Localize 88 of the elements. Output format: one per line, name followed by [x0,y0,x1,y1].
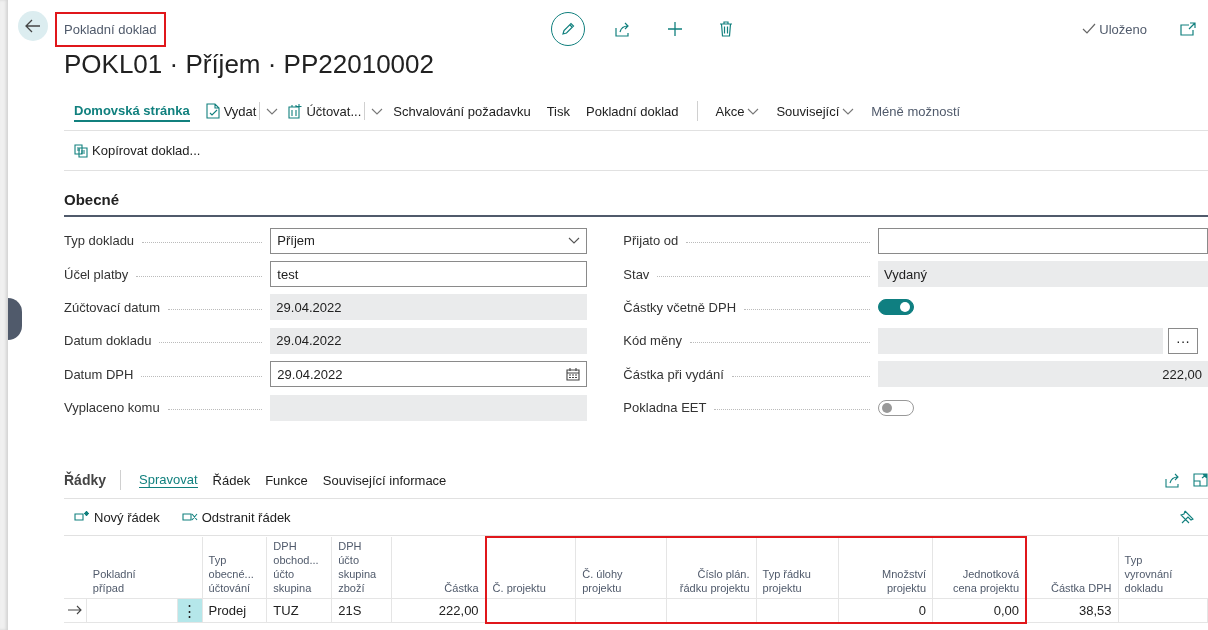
document-check-icon [205,103,220,119]
tab[interactable]: Řádek [212,472,251,488]
expand-icon[interactable] [1193,473,1208,488]
chevron-down-icon [266,107,279,115]
table-cell: 21S [338,603,362,619]
table-cell: 0 [918,603,927,619]
column-header[interactable]: Č. projektu [485,537,576,599]
menu-button[interactable]: Související [776,98,856,124]
copy-document-icon [74,143,88,158]
readonly-field: 29.04.2022 [270,327,588,354]
field-label: Datum DPH [64,366,134,382]
action-tab[interactable]: Domovská stránka [74,100,190,122]
table-cell: 222,00 [438,603,479,619]
page-title: POKL01 · Příjem · PP22010002 [64,48,435,81]
saved-status: Uloženo [1099,21,1147,37]
share-icon[interactable] [1165,472,1181,488]
action-button[interactable]: Kopírovat doklad... [74,137,201,164]
column-header[interactable]: Pokladní případ [86,537,177,599]
dropdown-field[interactable]: Příjem [270,227,588,254]
action-button[interactable]: Nový řádek [74,504,160,531]
pencil-icon [560,21,576,37]
table-cell: 0,00 [993,603,1019,619]
lookup-button[interactable]: ··· [1168,327,1198,354]
action-button[interactable]: Vydat [205,98,257,124]
field-label: Datum dokladu [64,333,152,349]
section-title[interactable]: Obecné [64,191,1208,217]
field-label: Zúčtovací datum [64,299,161,315]
column-header[interactable]: Č. úlohy projektu [575,537,667,599]
field-label: Kód měny [623,333,682,349]
readonly-field: 29.04.2022 [270,294,588,321]
section-title[interactable]: Řádky [64,472,107,489]
row-menu-button[interactable]: ⋮ [177,599,202,623]
pin-icon[interactable] [1180,510,1194,525]
field-label: Částky včetně DPH [623,299,737,315]
chevron-down-icon [371,107,384,115]
toggle-switch[interactable] [878,299,914,316]
table-cell: 38,53 [1079,603,1112,619]
column-header[interactable]: Částka [391,537,486,599]
panel-handle[interactable] [8,298,22,340]
plus-icon[interactable] [667,21,683,37]
field-label: Vyplaceno komu [64,400,160,416]
calendar-icon [566,367,581,381]
action-button[interactable]: Tisk [546,98,570,124]
column-header[interactable]: DPH obchod... účto skupina [266,537,332,599]
action-button[interactable]: Odstranit řádek [181,504,291,531]
back-button[interactable] [18,11,48,41]
back-arrow-icon [25,19,41,33]
column-header[interactable]: Typ obecné... účtování [202,537,267,599]
insert-row-icon [74,511,90,524]
field-label: Přijato od [623,233,679,249]
toggle-switch[interactable] [878,399,914,416]
date-field[interactable]: 29.04.2022 [270,361,588,388]
table-cell: TUZ [273,603,299,619]
open-in-new-window-icon[interactable] [1180,22,1196,36]
field-label: Účel platby [64,266,129,282]
chevron-down-icon [568,237,581,245]
table-cell: Prodej [208,603,247,619]
action-button[interactable]: Pokladní doklad [586,98,679,124]
delete-row-icon [181,511,198,524]
readonly-field: 222,00 [878,361,1208,388]
field-label: Pokladna EET [623,400,707,416]
column-header[interactable]: Typ vyrovnání dokladu [1118,537,1208,599]
tab[interactable]: Funkce [265,472,308,488]
column-header[interactable]: Jednotková cena projektu [932,537,1026,599]
chevron-down-icon [747,107,760,115]
input-field[interactable]: test [270,261,588,288]
less-options-button[interactable]: Méně možností [871,98,961,124]
tab[interactable]: Spravovat [139,472,198,489]
column-header[interactable]: DPH účto skupina zboží [331,537,392,599]
breadcrumb[interactable]: Pokladní doklad [64,21,157,37]
readonly-field: Vydaný [878,261,1208,288]
field-label: Typ dokladu [64,233,135,249]
input-field[interactable] [878,227,1208,254]
field-label: Stav [623,266,650,282]
action-button[interactable]: Účtovat... [288,98,362,124]
document-plus-icon [288,103,303,119]
column-header[interactable]: Množství projektu [838,537,933,599]
tab[interactable]: Související informace [322,472,447,488]
column-header[interactable]: Typ řádku projektu [756,537,839,599]
field-label: Částka při vydání [623,366,724,382]
trash-icon[interactable] [719,21,733,37]
share-icon[interactable] [615,21,631,37]
column-header[interactable]: Částka DPH [1026,537,1119,599]
check-icon [1082,23,1097,35]
action-button[interactable]: Schvalování požadavku [393,98,531,124]
menu-button[interactable]: Akce [715,98,761,124]
column-header[interactable]: Číslo plán. řádku projektu [666,537,757,599]
chevron-down-icon [842,107,855,115]
